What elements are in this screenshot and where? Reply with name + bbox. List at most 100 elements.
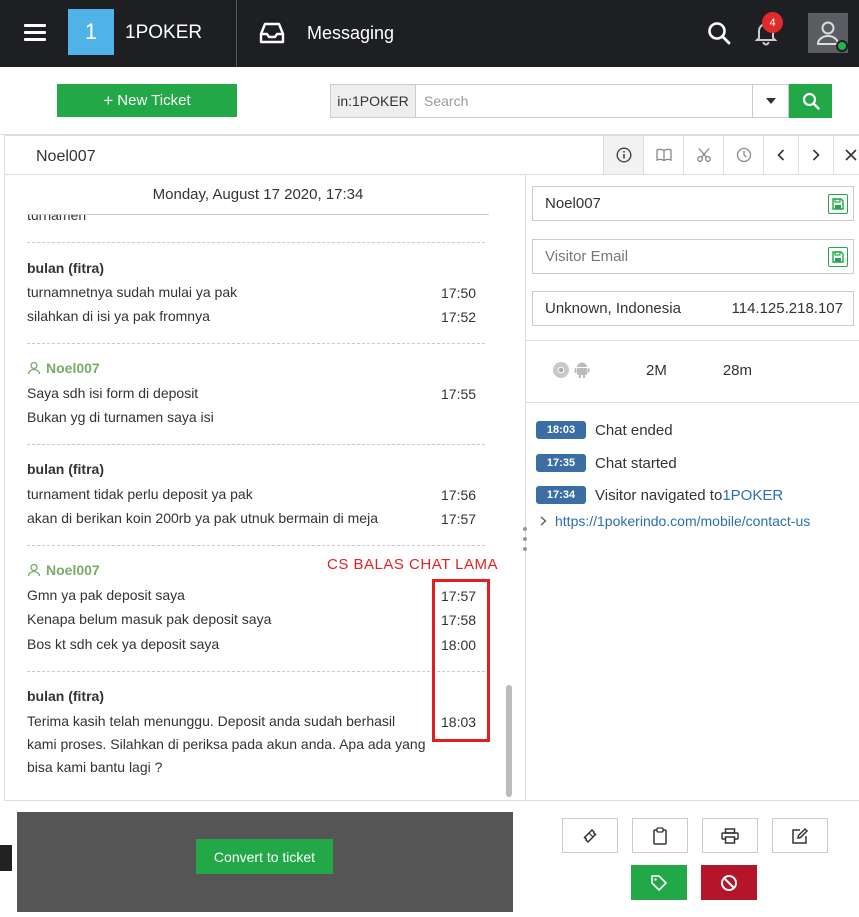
visitor-sender: Noel007 <box>27 562 100 578</box>
message-text: akan di berikan koin 200rb ya pak utnuk … <box>27 510 378 526</box>
cut-tab[interactable] <box>683 136 723 174</box>
clock-icon <box>736 147 751 163</box>
side-handle[interactable] <box>0 845 12 871</box>
message-divider <box>27 242 485 243</box>
user-icon <box>27 563 41 577</box>
block-visitor-button[interactable] <box>701 865 757 900</box>
history-tab[interactable] <box>723 136 763 174</box>
event-row: 18:03 Chat ended <box>536 421 673 439</box>
message-time: 17:55 <box>441 386 477 402</box>
event-time-badge: 18:03 <box>536 421 586 439</box>
ticket-icon <box>583 828 597 843</box>
module-title: Messaging <box>307 23 395 43</box>
visitor-stats: 2M 28m <box>552 361 752 379</box>
chat-transcript[interactable]: Monday, August 17 2020, 17:34 turnamen b… <box>4 175 526 800</box>
chat-count-stat: 2M <box>646 361 667 379</box>
divider <box>526 402 859 403</box>
event-text: Visitor navigated to <box>595 486 723 504</box>
action-buttons-secondary <box>631 865 757 900</box>
divider <box>236 0 237 67</box>
menu-icon[interactable] <box>24 24 46 42</box>
book-icon <box>655 148 672 162</box>
visitor-email-field <box>532 239 854 274</box>
chevron-right-icon[interactable] <box>540 516 547 526</box>
sender-name: bulan (fitra) <box>27 461 104 477</box>
message-text: Bos kt sdh cek ya deposit saya <box>27 636 220 652</box>
convert-to-ticket-button[interactable]: Convert to ticket <box>196 839 333 874</box>
navigated-url-link[interactable]: https://1pokerindo.com/mobile/contact-us <box>555 513 810 529</box>
date-header: Monday, August 17 2020, 17:34 <box>27 175 489 215</box>
chat-header-actions <box>603 136 859 174</box>
message-text: Saya sdh isi form di deposit <box>27 385 199 401</box>
action-buttons <box>562 818 828 853</box>
plus-icon: + <box>103 90 114 110</box>
event-text: Chat started <box>595 454 677 472</box>
close-icon <box>845 149 857 161</box>
next-chat-button[interactable] <box>798 136 833 174</box>
event-text: Chat ended <box>595 421 673 439</box>
message-text: turnamnetnya sudah mulai ya pak <box>27 284 238 300</box>
search-icon <box>802 92 820 110</box>
toolbar: + New Ticket in:1POKER <box>0 67 859 135</box>
ticket-button[interactable] <box>562 818 618 853</box>
resize-handle[interactable] <box>522 527 528 551</box>
clipboard-button[interactable] <box>632 818 688 853</box>
message-text: turnament tidak perlu deposit ya pak <box>27 486 253 502</box>
info-tab[interactable] <box>603 136 643 174</box>
scrollbar[interactable] <box>506 685 512 797</box>
visitor-name-input[interactable] <box>545 195 785 212</box>
save-email-button[interactable] <box>828 247 848 267</box>
notification-badge: 4 <box>762 12 783 33</box>
search-submit-button[interactable] <box>789 84 832 118</box>
sender-name: Noel007 <box>46 360 100 376</box>
sender-name: bulan (fitra) <box>27 260 104 276</box>
clipboard-icon <box>653 826 667 845</box>
event-link[interactable]: 1POKER <box>722 487 783 504</box>
previous-chat-button[interactable] <box>763 136 798 174</box>
save-name-button[interactable] <box>828 194 848 214</box>
divider <box>526 340 859 341</box>
search-input[interactable] <box>416 85 752 117</box>
brand-logo[interactable]: 1 <box>68 9 114 55</box>
message-text: Bukan yg di turnamen saya isi <box>27 409 214 425</box>
edit-icon <box>792 827 809 844</box>
new-ticket-button[interactable]: + New Ticket <box>57 84 237 117</box>
user-icon <box>27 361 41 375</box>
save-icon <box>832 198 844 210</box>
message-text: Gmn ya pak deposit saya <box>27 587 185 603</box>
visitor-email-input[interactable] <box>545 248 785 265</box>
chevron-right-icon <box>812 149 820 161</box>
message-text: Terima kasih telah menunggu. Deposit and… <box>27 713 426 775</box>
chrome-icon <box>553 362 569 378</box>
print-icon <box>721 827 739 844</box>
search-icon[interactable] <box>706 20 732 46</box>
visitor-location: Unknown, Indonesia 114.125.218.107 <box>532 291 854 326</box>
event-row: 17:35 Chat started <box>536 454 677 472</box>
event-row: 17:34 Visitor navigated to 1POKER <box>536 486 783 504</box>
brand-name[interactable]: 1POKER <box>125 22 202 44</box>
search-scope[interactable]: in:1POKER <box>331 85 416 117</box>
print-button[interactable] <box>702 818 758 853</box>
ip-address: 114.125.218.107 <box>731 300 844 317</box>
scissors-icon <box>696 148 711 162</box>
message-divider <box>27 343 485 344</box>
chat-header: Noel007 <box>4 135 859 175</box>
caret-down-icon <box>765 98 776 104</box>
visitor-info-panel: Unknown, Indonesia 114.125.218.107 2M 28… <box>523 175 859 917</box>
ban-icon <box>721 874 737 891</box>
edit-button[interactable] <box>772 818 828 853</box>
event-time-badge: 17:34 <box>536 486 586 504</box>
tag-button[interactable] <box>631 865 687 900</box>
navigated-url-row: https://1pokerindo.com/mobile/contact-us <box>540 513 810 529</box>
info-icon <box>615 147 632 163</box>
message-divider <box>27 444 485 445</box>
message-time: 17:50 <box>441 285 477 301</box>
search-bar: in:1POKER <box>330 84 789 118</box>
sender-name: Noel007 <box>46 562 100 578</box>
visitor-name-field <box>532 186 854 221</box>
close-chat-button[interactable] <box>833 136 859 174</box>
search-dropdown-button[interactable] <box>752 85 788 117</box>
knowledge-tab[interactable] <box>643 136 683 174</box>
message-time: 17:56 <box>441 487 477 503</box>
save-icon <box>832 251 844 263</box>
